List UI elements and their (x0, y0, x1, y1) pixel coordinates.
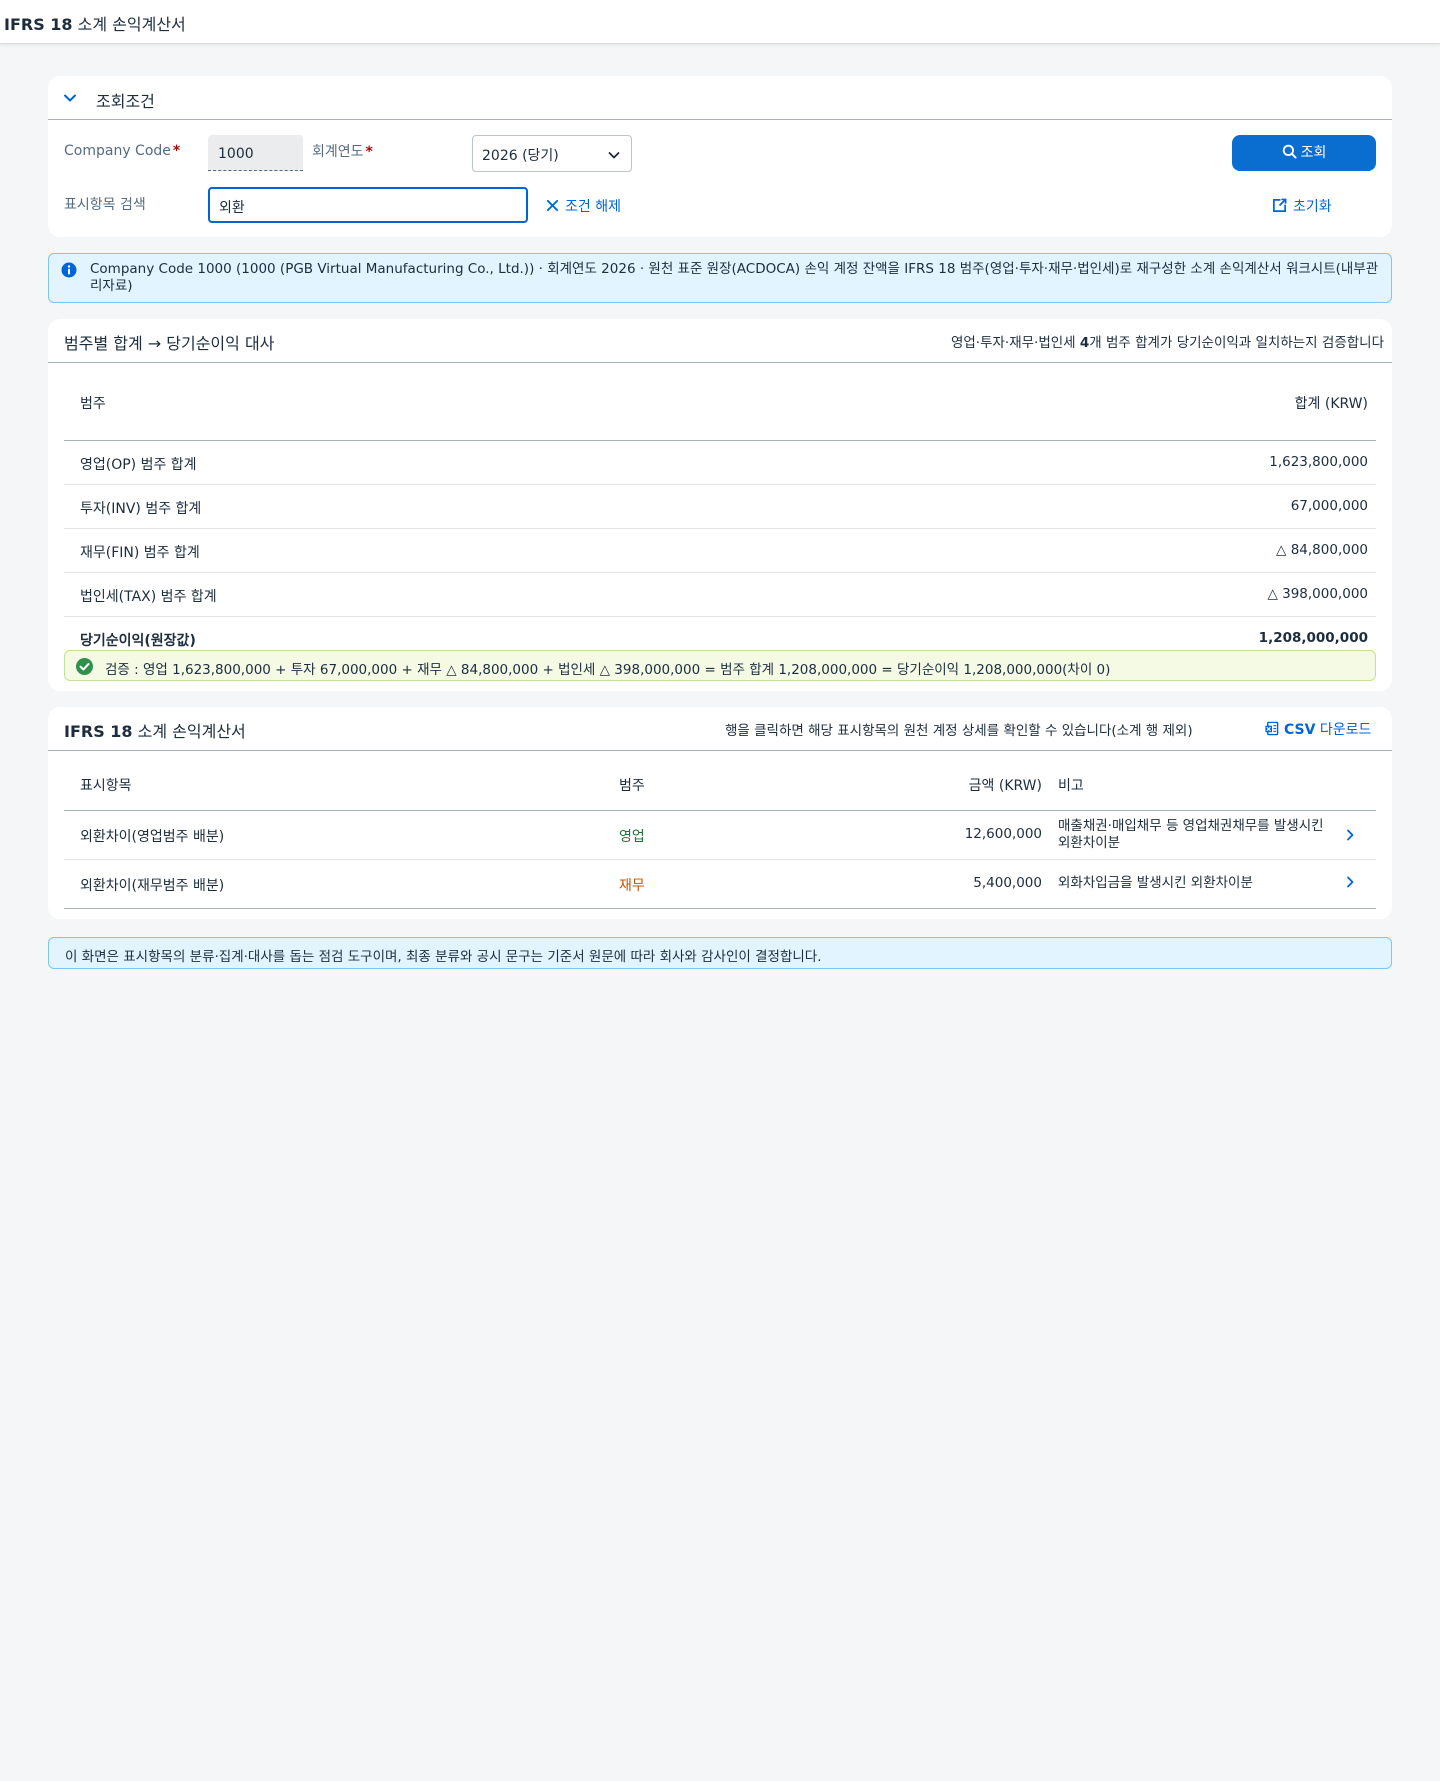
statement-title: IFRS 18 소계 손익계산서 (64, 718, 246, 742)
table-row: 영업(OP) 범주 합계 1,623,800,000 (64, 441, 1376, 485)
row-value: 1,623,800,000 (1269, 454, 1368, 470)
reconciliation-table-header: 범주 합계 (KRW) (64, 363, 1376, 441)
info-text: Company Code 1000 (1000 (PGB Virtual Man… (90, 261, 1379, 294)
column-header-item: 표시항목 (80, 778, 132, 794)
statement-title-bold: IFRS 18 (64, 722, 133, 741)
footer-note-text: 이 화면은 표시항목의 분류·집계·대사를 돕는 점검 도구이며, 최종 분류와… (65, 949, 822, 965)
app-title: IFRS 18 소계 손익계산서 (4, 11, 186, 35)
company-code-field[interactable]: 1000 (208, 135, 303, 171)
fiscal-year-label: 회계연도 * (312, 141, 373, 161)
chevron-down-icon[interactable] (62, 90, 78, 106)
row-category: 영업 (619, 829, 645, 845)
footer-note-strip: 이 화면은 표시항목의 분류·집계·대사를 돕는 점검 도구이며, 최종 분류와… (48, 937, 1392, 969)
csv-label-bold: CSV (1284, 722, 1316, 738)
app-title-rest: 소계 손익계산서 (77, 15, 186, 34)
check-circle-icon (76, 658, 93, 679)
statement-row[interactable]: 외환차이(영업범주 배분) 영업 12,600,000 매출채권·매입채무 등 … (64, 811, 1376, 860)
statement-row[interactable]: 외환차이(재무범주 배분) 재무 5,400,000 외화차입금을 발생시킨 외… (64, 860, 1376, 909)
info-message-strip: Company Code 1000 (1000 (PGB Virtual Man… (48, 253, 1392, 303)
chevron-right-icon[interactable] (1344, 828, 1356, 846)
row-note: 매출채권·매입채무 등 영업채권채무를 발생시킨 외환차이분 (1058, 818, 1324, 851)
clear-filter-label: 조건 해제 (565, 199, 621, 215)
reset-label: 초기화 (1293, 199, 1332, 215)
reconciliation-header: 범주별 합계 → 당기순이익 대사 영업·투자·재무·법인세 4개 범주 합계가… (48, 319, 1392, 363)
row-label: 재무(FIN) 범주 합계 (80, 545, 200, 561)
row-amount: 5,400,000 (973, 875, 1042, 891)
table-row: 투자(INV) 범주 합계 67,000,000 (64, 485, 1376, 529)
row-label: 영업(OP) 범주 합계 (80, 457, 197, 473)
reconciliation-note: 영업·투자·재무·법인세 4개 범주 합계가 당기순이익과 일치하는지 검증합니… (951, 331, 1384, 351)
column-header-amount: 금액 (KRW) (968, 778, 1042, 794)
filter-title: 조회조건 (96, 92, 155, 111)
table-row: 법인세(TAX) 범주 합계 △ 398,000,000 (64, 573, 1376, 617)
reconciliation-panel: 범주별 합계 → 당기순이익 대사 영업·투자·재무·법인세 4개 범주 합계가… (48, 319, 1392, 691)
fiscal-year-label-text: 회계연도 (312, 144, 364, 160)
reconciliation-note-count: 4 (1079, 335, 1090, 351)
statement-table-header: 표시항목 범주 금액 (KRW) 비고 (64, 751, 1376, 811)
statement-panel: IFRS 18 소계 손익계산서 행을 클릭하면 해당 표시항목의 원천 계정 … (48, 707, 1392, 919)
fiscal-year-select[interactable]: 2026 (당기) (472, 135, 632, 172)
row-value: △ 398,000,000 (1267, 586, 1368, 602)
total-value: 1,208,000,000 (1258, 630, 1368, 646)
search-button-label: 조회 (1300, 145, 1327, 161)
row-amount: 12,600,000 (964, 826, 1042, 842)
row-category: 재무 (619, 878, 645, 894)
fiscal-year-value: 2026 (당기) (482, 148, 559, 164)
row-note: 외화차입금을 발생시킨 외환차이분 (1058, 875, 1253, 891)
column-header-total: 합계 (KRW) (1294, 396, 1368, 412)
csv-download-link[interactable]: CSV 다운로드 (1264, 719, 1371, 739)
row-label: 투자(INV) 범주 합계 (80, 501, 202, 517)
verification-text: 검증 : 영업 1,623,800,000 + 투자 67,000,000 + … (105, 662, 1111, 678)
shell-bar: IFRS 18 소계 손익계산서 (0, 0, 1440, 44)
table-row: 재무(FIN) 범주 합계 △ 84,800,000 (64, 529, 1376, 573)
row-value: △ 84,800,000 (1276, 542, 1368, 558)
search-icon (1282, 144, 1297, 159)
row-label: 법인세(TAX) 범주 합계 (80, 589, 217, 605)
close-icon (546, 199, 559, 212)
reset-icon (1273, 198, 1287, 212)
reconciliation-note-prefix: 영업·투자·재무·법인세 (950, 335, 1080, 351)
chevron-right-icon[interactable] (1344, 875, 1356, 893)
row-item: 외환차이(영업범주 배분) (80, 829, 225, 845)
column-header-category: 범주 (80, 396, 106, 412)
reconciliation-note-suffix: 개 범주 합계가 당기순이익과 일치하는지 검증합니다 (1089, 335, 1384, 351)
verification-strip: 검증 : 영업 1,623,800,000 + 투자 67,000,000 + … (64, 650, 1376, 681)
spreadsheet-icon (1265, 721, 1279, 736)
statement-title-rest: 소계 손익계산서 (137, 722, 246, 741)
required-mark: * (172, 143, 181, 159)
chevron-down-icon (607, 148, 621, 166)
filter-header[interactable]: 조회조건 (48, 76, 1392, 120)
statement-note: 행을 클릭하면 해당 표시항목의 원천 계정 상세를 확인할 수 있습니다(소계… (725, 723, 1193, 739)
app-title-bold: IFRS 18 (4, 15, 73, 34)
statement-header: IFRS 18 소계 손익계산서 행을 클릭하면 해당 표시항목의 원천 계정 … (48, 707, 1392, 751)
csv-label-rest: 다운로드 (1319, 722, 1372, 738)
info-icon (61, 262, 77, 282)
reset-link[interactable]: 초기화 (1272, 196, 1332, 216)
row-item: 외환차이(재무범주 배분) (80, 878, 225, 894)
required-mark: * (365, 144, 373, 160)
company-code-label-text: Company Code (64, 143, 171, 159)
filter-panel: 조회조건 Company Code * 1000 회계연도 * 2026 (당기) … (48, 76, 1392, 237)
column-header-note: 비고 (1058, 778, 1084, 794)
company-code-label: Company Code * (64, 143, 180, 159)
item-search-label: 표시항목 검색 (64, 197, 146, 213)
row-value: 67,000,000 (1290, 498, 1368, 514)
search-button[interactable]: 조회 (1232, 135, 1376, 171)
total-label: 당기순이익(원장값) (80, 633, 196, 649)
reconciliation-title: 범주별 합계 → 당기순이익 대사 (64, 334, 275, 353)
item-search-input[interactable]: 외환 (208, 187, 528, 223)
column-header-category: 범주 (619, 778, 645, 794)
clear-filter-link[interactable]: 조건 해제 (546, 196, 621, 216)
